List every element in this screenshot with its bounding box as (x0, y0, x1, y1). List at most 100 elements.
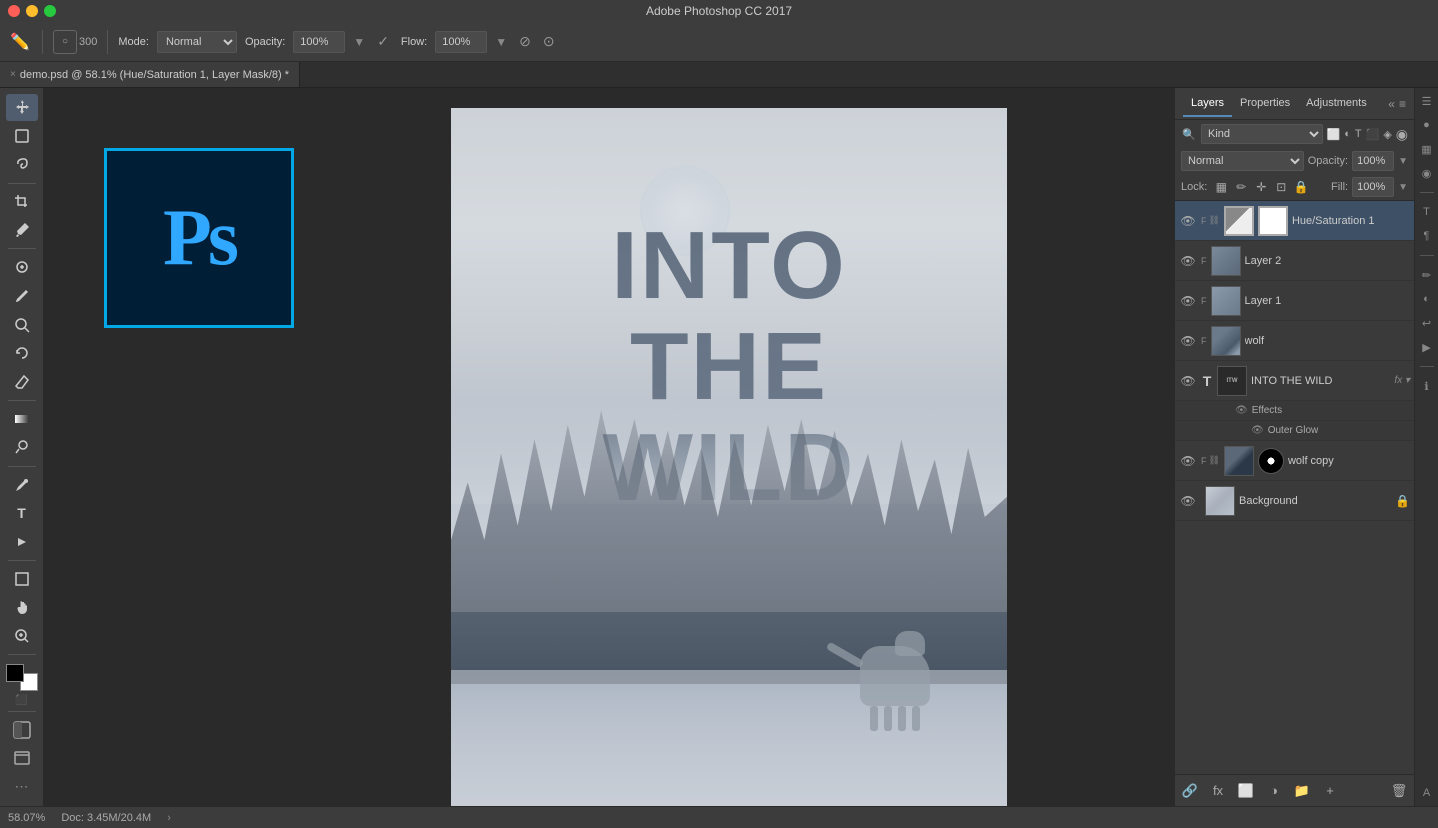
layer-visibility-itw[interactable]: 👁 (1179, 372, 1197, 390)
opacity-arrow[interactable]: ▼ (1398, 156, 1408, 167)
delete-layer-btn[interactable]: 🗑 (1388, 780, 1410, 802)
tab-properties[interactable]: Properties (1232, 91, 1298, 117)
fill-arrow[interactable]: ▼ (1398, 182, 1408, 193)
new-group-btn[interactable]: 📁 (1291, 780, 1313, 802)
type-bottom-icon[interactable]: A (1418, 784, 1436, 802)
history-panel-icon[interactable]: ↩ (1418, 314, 1436, 332)
document-tab[interactable]: × demo.psd @ 58.1% (Hue/Saturation 1, La… (0, 62, 300, 87)
quick-mask-icon[interactable] (6, 717, 38, 744)
filter-type-icon[interactable]: T (1355, 128, 1362, 140)
airbrush-icon[interactable]: ✓ (377, 33, 389, 50)
clone-stamp-tool[interactable] (6, 311, 38, 338)
shape-tool[interactable] (6, 566, 38, 593)
layer-visibility-layer2[interactable]: 👁 (1179, 252, 1197, 270)
window-controls[interactable] (8, 5, 56, 17)
new-fill-adjustment-btn[interactable]: ◑ (1263, 780, 1285, 802)
blend-mode-select[interactable]: Normal (1181, 151, 1304, 171)
brush-tool[interactable] (6, 283, 38, 310)
foreground-color-swatch[interactable] (6, 664, 24, 682)
color-icon[interactable]: ● (1418, 116, 1436, 134)
opacity-value[interactable]: 100% (1352, 151, 1394, 171)
document-canvas[interactable]: INTO THE WILD (451, 108, 1007, 806)
zoom-tool[interactable] (6, 623, 38, 650)
move-tool[interactable] (6, 94, 38, 121)
close-button[interactable] (8, 5, 20, 17)
outer-glow-eye-icon[interactable]: 👁 (1251, 425, 1264, 436)
lock-artboards-icon[interactable]: ⊡ (1273, 179, 1289, 195)
crop-tool[interactable] (6, 188, 38, 215)
effects-eye-icon[interactable]: 👁 (1235, 405, 1248, 416)
canvas-area[interactable]: Ps INTO THE WILD (44, 88, 1174, 806)
type-panel-icon[interactable]: T (1418, 203, 1436, 221)
lock-pixels-icon[interactable]: ✏ (1233, 179, 1249, 195)
lock-position-icon[interactable]: ✛ (1253, 179, 1269, 195)
opacity-toggle-icon[interactable]: ▼ (353, 35, 365, 49)
path-selection-tool[interactable] (6, 529, 38, 556)
pen-tool[interactable] (6, 472, 38, 499)
healing-brush-tool[interactable] (6, 254, 38, 281)
layers-list[interactable]: 👁 F ⛓ Hue/Saturation 1 👁 F Layer 2 (1175, 201, 1414, 774)
patterns-icon[interactable]: ◉ (1418, 164, 1436, 182)
layer-background[interactable]: 👁 Background 🔒 (1175, 481, 1414, 521)
paragraph-icon[interactable]: ¶ (1418, 227, 1436, 245)
info-icon[interactable]: ℹ (1418, 377, 1436, 395)
settings-icon[interactable]: ⊙ (543, 33, 555, 50)
layer-layer1[interactable]: 👁 F Layer 1 (1175, 281, 1414, 321)
layer-visibility-hue[interactable]: 👁 (1179, 212, 1197, 230)
filter-adjustment-icon[interactable]: ◐ (1344, 128, 1351, 140)
history-brush-tool[interactable] (6, 340, 38, 367)
selection-tool[interactable] (6, 123, 38, 150)
tab-layers[interactable]: Layers (1183, 91, 1232, 117)
more-tools-icon[interactable]: ⋯ (6, 774, 38, 801)
add-mask-btn[interactable]: ⬜ (1235, 780, 1257, 802)
maximize-button[interactable] (44, 5, 56, 17)
layer-itw[interactable]: 👁 T ITW INTO THE WILD fx ▾ (1175, 361, 1414, 401)
lasso-tool[interactable] (6, 151, 38, 178)
lock-transparent-icon[interactable]: ▦ (1213, 179, 1229, 195)
screen-mode-icon[interactable] (6, 745, 38, 772)
flow-toggle-icon[interactable]: ▼ (495, 35, 507, 49)
flow-value[interactable]: 100% (435, 31, 487, 53)
filter-pixel-icon[interactable]: ⬜ (1327, 128, 1341, 141)
lock-all-icon[interactable]: 🔒 (1293, 179, 1309, 195)
panel-menu-icon[interactable]: ≡ (1399, 97, 1406, 111)
layer-visibility-wolf[interactable]: 👁 (1179, 332, 1197, 350)
link-layers-btn[interactable]: 🔗 (1179, 780, 1201, 802)
smooth-icon[interactable]: ⊘ (519, 33, 531, 50)
tab-adjustments[interactable]: Adjustments (1298, 91, 1375, 117)
hand-tool[interactable] (6, 594, 38, 621)
dodge-tool[interactable] (6, 434, 38, 461)
new-layer-btn[interactable]: + (1319, 780, 1341, 802)
actions-icon[interactable]: ▶ (1418, 338, 1436, 356)
default-colors-icon[interactable]: ⬛ (15, 695, 27, 706)
layer-layer2[interactable]: 👁 F Layer 2 (1175, 241, 1414, 281)
layer-visibility-wolfcopy[interactable]: 👁 (1179, 452, 1197, 470)
add-style-btn[interactable]: fx (1207, 780, 1229, 802)
eraser-tool[interactable] (6, 368, 38, 395)
opacity-value[interactable]: 100% (293, 31, 345, 53)
layer-wolf[interactable]: 👁 F wolf (1175, 321, 1414, 361)
brush-preview[interactable]: ○ (53, 30, 77, 54)
more-info-arrow[interactable]: › (167, 812, 171, 824)
minimize-button[interactable] (26, 5, 38, 17)
layer-visibility-layer1[interactable]: 👁 (1179, 292, 1197, 310)
type-tool[interactable]: T (6, 500, 38, 527)
layer-wolf-copy[interactable]: 👁 F ⛓ wolf copy (1175, 441, 1414, 481)
swatches-icon[interactable]: ▦ (1418, 140, 1436, 158)
layer-visibility-bg[interactable]: 👁 (1179, 492, 1197, 510)
panel-collapse-icon[interactable]: « (1388, 97, 1395, 111)
layer-hue-saturation[interactable]: 👁 F ⛓ Hue/Saturation 1 (1175, 201, 1414, 241)
filter-smart-icon[interactable]: ◈ (1383, 128, 1391, 141)
fill-value[interactable]: 100% (1352, 177, 1394, 197)
kind-filter-select[interactable]: Kind (1201, 124, 1323, 144)
gradient-tool[interactable] (6, 406, 38, 433)
mode-select[interactable]: Normal (157, 31, 237, 53)
filter-toggle[interactable]: ◉ (1396, 126, 1408, 143)
history-icon[interactable]: ☰ (1418, 92, 1436, 110)
opacity-label: Opacity: (245, 36, 285, 48)
clone-panel-icon[interactable]: ◐ (1418, 290, 1436, 308)
color-swatches[interactable] (6, 664, 38, 691)
eyedropper-tool[interactable] (6, 217, 38, 244)
brush-panel-icon[interactable]: ✏ (1418, 266, 1436, 284)
filter-shape-icon[interactable]: ⬛ (1366, 128, 1380, 141)
